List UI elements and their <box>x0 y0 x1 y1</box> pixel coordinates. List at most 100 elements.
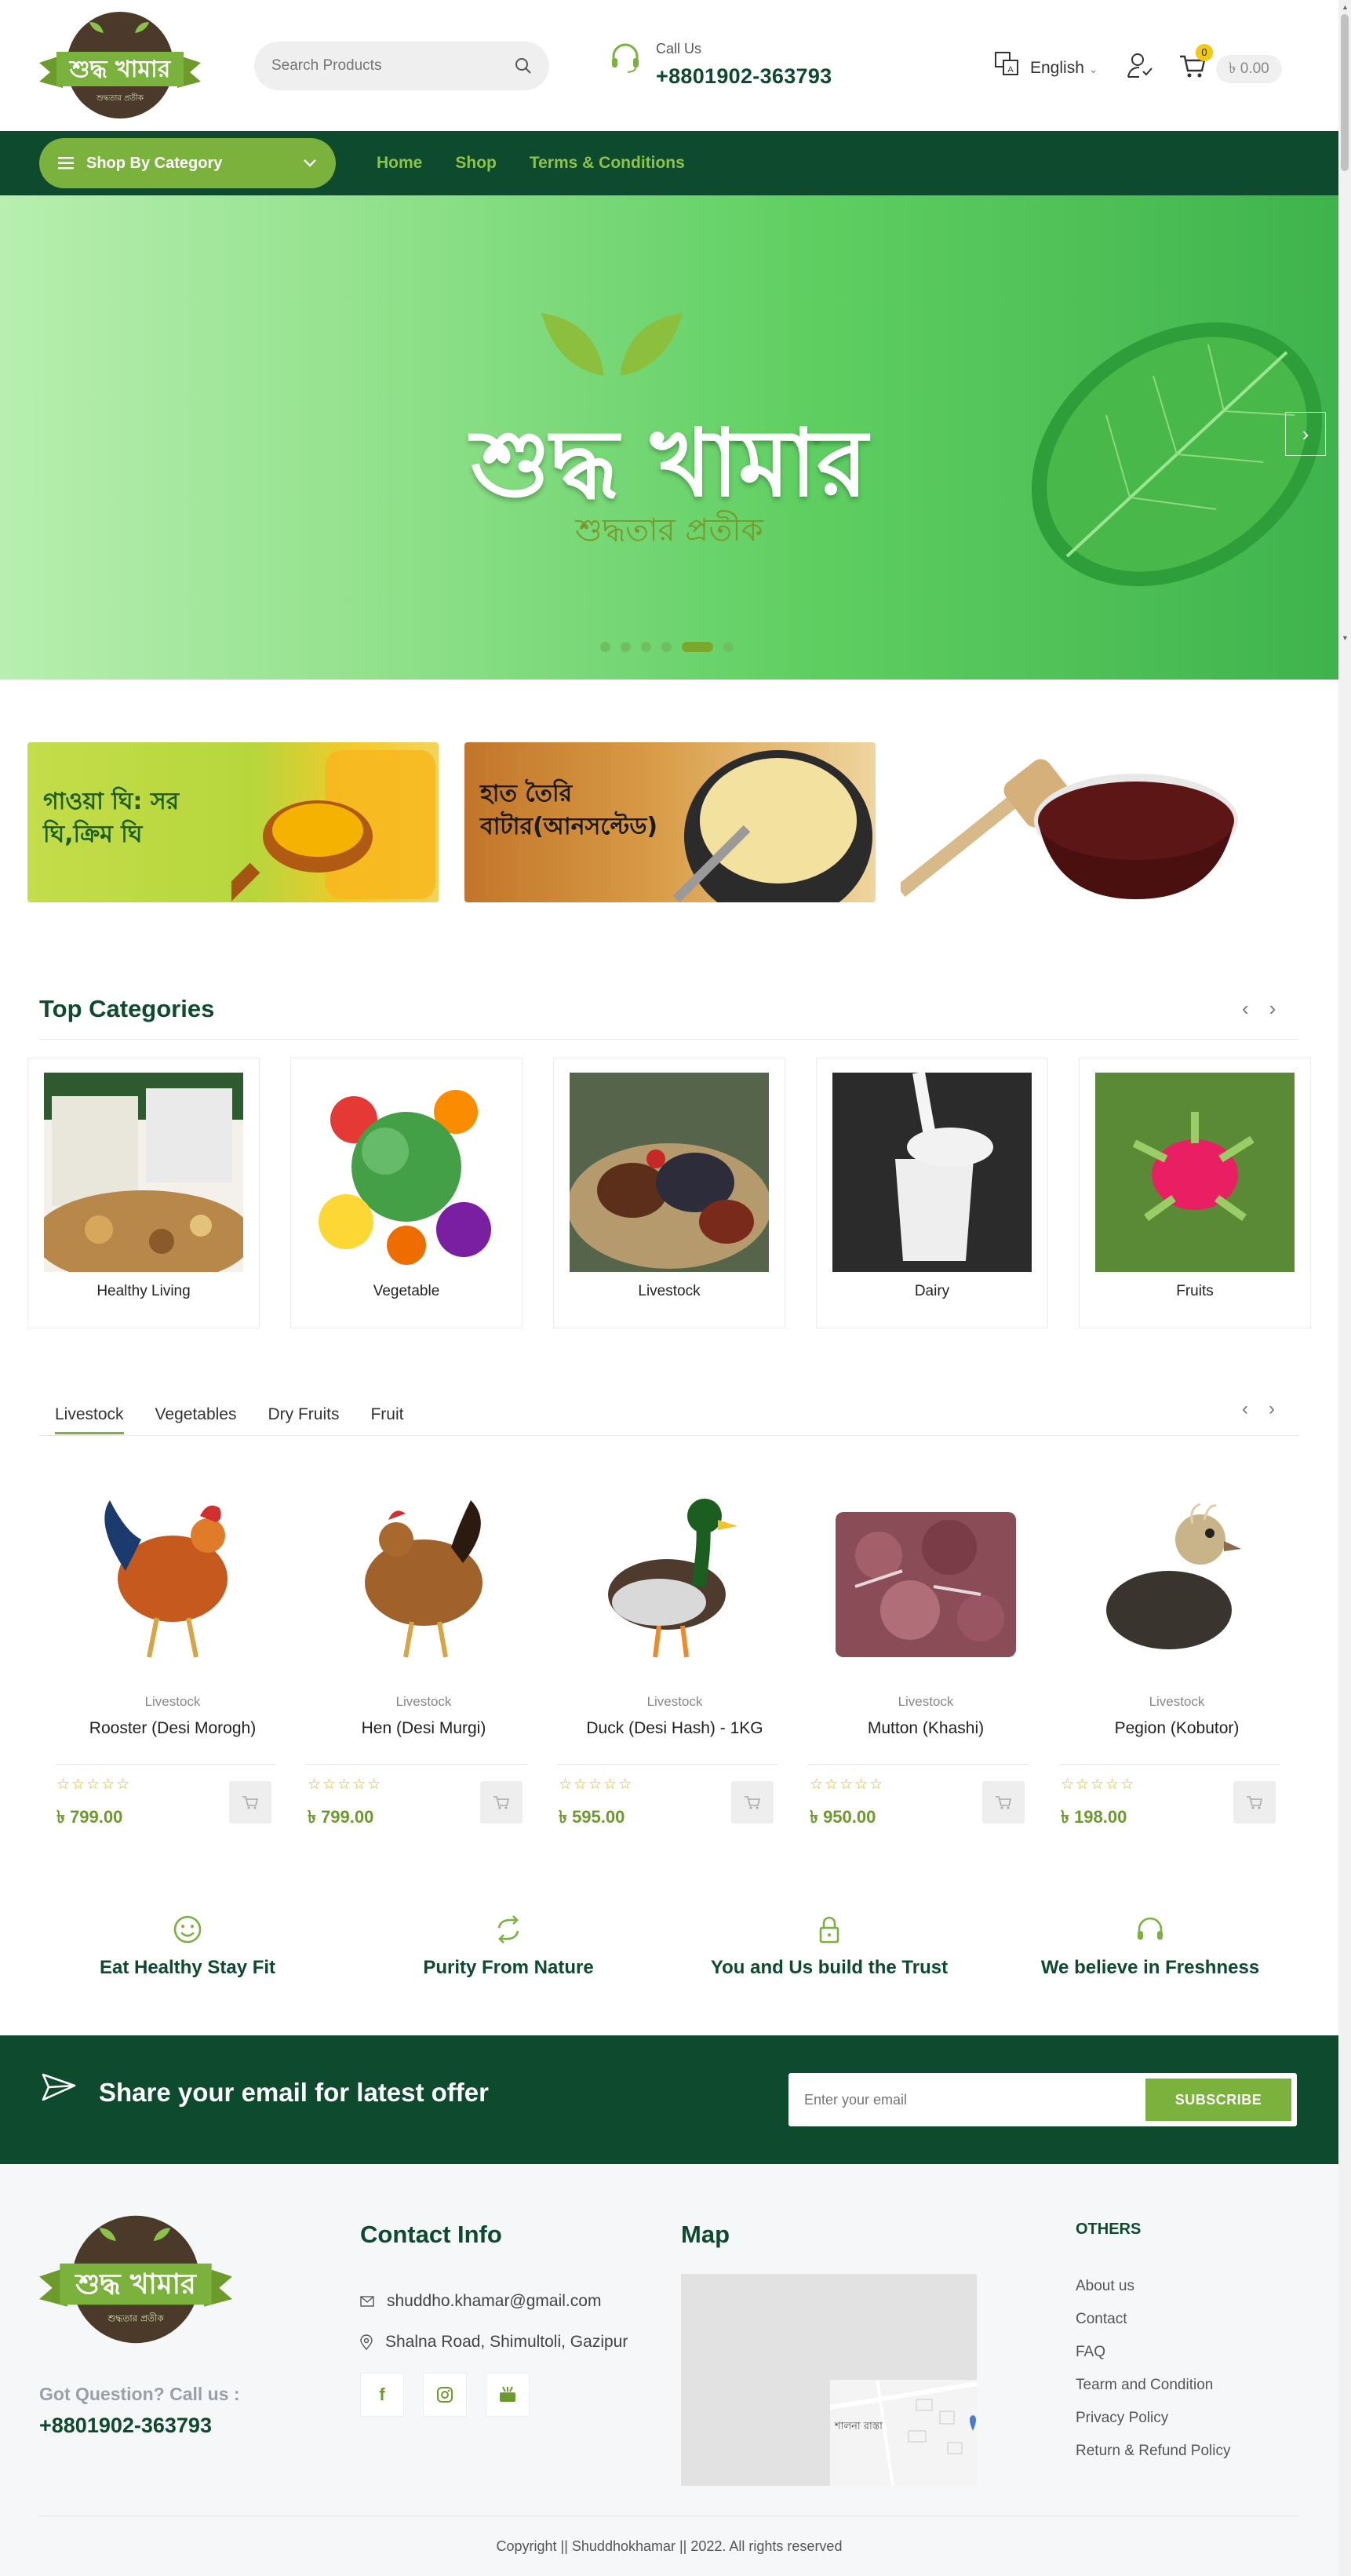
footer-link-privacy[interactable]: Privacy Policy <box>1076 2410 1231 2443</box>
search-input[interactable] <box>271 57 515 75</box>
product-image <box>78 1477 267 1673</box>
footer-link-contact[interactable]: Contact <box>1076 2311 1231 2344</box>
product-image <box>1083 1477 1271 1673</box>
add-to-cart-button[interactable] <box>1233 1781 1276 1824</box>
category-card-healthy-living[interactable]: Healthy Living <box>27 1058 260 1328</box>
feature-item: Eat Healthy Stay Fit <box>46 1914 329 1979</box>
chevron-right-icon[interactable]: › <box>1269 1398 1275 1420</box>
footer-logo[interactable]: শুদ্ধ খামার শুদ্ধতার প্রতীক <box>39 2213 232 2346</box>
category-name: Vegetable <box>373 1283 440 1299</box>
scroll-down-icon[interactable]: ▼ <box>1342 634 1349 642</box>
product-name[interactable]: Pegion (Kobutor) <box>1059 1719 1295 1738</box>
category-card-livestock[interactable]: Livestock <box>553 1058 785 1328</box>
feature-item: We believe in Freshness <box>1009 1914 1291 1979</box>
footer-link-faq[interactable]: FAQ <box>1076 2344 1231 2377</box>
add-to-cart-button[interactable] <box>229 1781 271 1824</box>
category-card-fruits[interactable]: Fruits <box>1079 1058 1311 1328</box>
newsletter-section: Share your email for latest offer SUBSCR… <box>0 2035 1338 2164</box>
nav-link-shop[interactable]: Shop <box>455 154 497 173</box>
cart-icon <box>1247 1796 1263 1809</box>
nav-link-home[interactable]: Home <box>377 154 422 173</box>
footer-link-terms[interactable]: Tearm and Condition <box>1076 2377 1231 2410</box>
cart-count-badge: 0 <box>1196 44 1213 61</box>
language-select[interactable]: English ⌄ <box>1030 59 1098 78</box>
product-card[interactable]: Livestock Duck (Desi Hash) - 1KG ☆☆☆☆☆ ৳… <box>557 1461 792 1830</box>
chevron-left-icon[interactable]: ‹ <box>1242 1398 1248 1420</box>
product-price: ৳ 595.00 <box>559 1807 625 1827</box>
tab-fruit[interactable]: Fruit <box>370 1405 403 1434</box>
translate-icon[interactable]: A <box>993 50 1020 77</box>
lock-icon <box>819 1916 839 1944</box>
category-card-vegetable[interactable]: Vegetable <box>290 1058 523 1328</box>
promo-banner-ghee[interactable]: গাওয়া ঘি: সর ঘি,ক্রিম ঘি <box>27 742 439 902</box>
chevron-right-icon[interactable]: › <box>1269 997 1276 1021</box>
tab-dry-fruits[interactable]: Dry Fruits <box>268 1405 339 1434</box>
chevron-left-icon[interactable]: ‹ <box>1242 997 1249 1021</box>
product-name[interactable]: Duck (Desi Hash) - 1KG <box>557 1719 792 1738</box>
promo-banner-butter[interactable]: হাত তৈরি বাটার(আনসল্টেড) <box>464 742 876 902</box>
add-to-cart-button[interactable] <box>480 1781 523 1824</box>
category-image <box>44 1073 243 1272</box>
cart-total[interactable]: ৳ 0.00 <box>1216 55 1282 83</box>
search-bar <box>254 42 549 90</box>
subscribe-button[interactable]: SUBSCRIBE <box>1145 2079 1291 2121</box>
scroll-up-icon[interactable]: ▲ <box>1342 3 1349 11</box>
slider-dot[interactable] <box>723 642 734 652</box>
footer-link-refund[interactable]: Return & Refund Policy <box>1076 2443 1231 2476</box>
product-card[interactable]: Livestock Rooster (Desi Morogh) ☆☆☆☆☆ ৳ … <box>55 1461 290 1830</box>
scrollbar-thumb[interactable] <box>1341 14 1349 171</box>
tab-livestock[interactable]: Livestock <box>55 1405 124 1434</box>
top-categories-title: Top Categories <box>39 995 215 1022</box>
promo-text: গাওয়া ঘি: সর ঘি,ক্রিম ঘি <box>43 788 180 848</box>
location-pin-icon <box>360 2334 373 2350</box>
add-to-cart-button[interactable] <box>982 1781 1025 1824</box>
product-card[interactable]: Livestock Mutton (Khashi) ☆☆☆☆☆ ৳ 950.00 <box>808 1461 1043 1830</box>
footer-phone[interactable]: +8801902-363793 <box>39 2414 212 2438</box>
product-image <box>330 1477 518 1673</box>
add-to-cart-button[interactable] <box>731 1781 774 1824</box>
youtube-icon[interactable] <box>486 2373 530 2417</box>
footer-address-text: Shalna Road, Shimultoli, Gazipur <box>385 2333 628 2351</box>
product-price: ৳ 198.00 <box>1061 1807 1127 1827</box>
product-name[interactable]: Hen (Desi Murgi) <box>306 1719 541 1738</box>
slider-next-button[interactable]: › <box>1285 412 1326 456</box>
scrollbar[interactable]: ▲ ▼ <box>1338 0 1351 2576</box>
cart-icon <box>242 1796 259 1809</box>
instagram-icon[interactable] <box>423 2373 467 2417</box>
product-category: Livestock <box>898 1694 954 1709</box>
logo[interactable]: শুদ্ধ খামার শুদ্ধতার প্রতীক <box>39 9 201 121</box>
search-icon[interactable] <box>515 57 532 75</box>
slider-dot-active[interactable] <box>682 642 713 652</box>
slider-dot[interactable] <box>661 642 672 652</box>
shop-by-category-button[interactable]: Shop By Category <box>39 138 336 188</box>
facebook-icon[interactable]: f <box>360 2373 404 2417</box>
product-card[interactable]: Livestock Hen (Desi Murgi) ☆☆☆☆☆ ৳ 799.0… <box>306 1461 541 1830</box>
category-card-dairy[interactable]: Dairy <box>816 1058 1048 1328</box>
product-name[interactable]: Mutton (Khashi) <box>808 1719 1043 1738</box>
footer-email[interactable]: shuddho.khamar@gmail.com <box>360 2292 601 2311</box>
rating-stars: ☆☆☆☆☆ <box>308 1776 383 1793</box>
call-number[interactable]: +8801902-363793 <box>656 64 832 89</box>
footer-link-about[interactable]: About us <box>1076 2278 1231 2311</box>
map-embed[interactable]: শালনা রাস্তা <box>681 2274 977 2486</box>
product-card[interactable]: Livestock Pegion (Kobutor) ☆☆☆☆☆ ৳ 198.0… <box>1059 1461 1295 1830</box>
category-image <box>307 1073 506 1272</box>
slider-dots <box>600 642 734 652</box>
tab-vegetables[interactable]: Vegetables <box>155 1405 237 1434</box>
rating-stars: ☆☆☆☆☆ <box>56 1776 132 1793</box>
cart-icon <box>493 1796 510 1809</box>
copyright: Copyright || Shuddhokhamar || 2022. All … <box>496 2538 843 2554</box>
promo-banner-honey[interactable] <box>901 742 1312 902</box>
slider-dot[interactable] <box>621 642 631 652</box>
user-icon[interactable] <box>1126 51 1154 79</box>
slider-dot[interactable] <box>641 642 651 652</box>
email-input[interactable] <box>804 2073 1134 2126</box>
nav-link-terms[interactable]: Terms & Conditions <box>530 154 685 173</box>
product-name[interactable]: Rooster (Desi Morogh) <box>55 1719 290 1738</box>
category-image <box>832 1073 1032 1272</box>
slider-dot[interactable] <box>600 642 610 652</box>
rating-stars: ☆☆☆☆☆ <box>559 1776 634 1793</box>
product-image <box>581 1477 769 1673</box>
refresh-icon <box>497 1915 519 1944</box>
leaves-icon <box>541 313 683 376</box>
